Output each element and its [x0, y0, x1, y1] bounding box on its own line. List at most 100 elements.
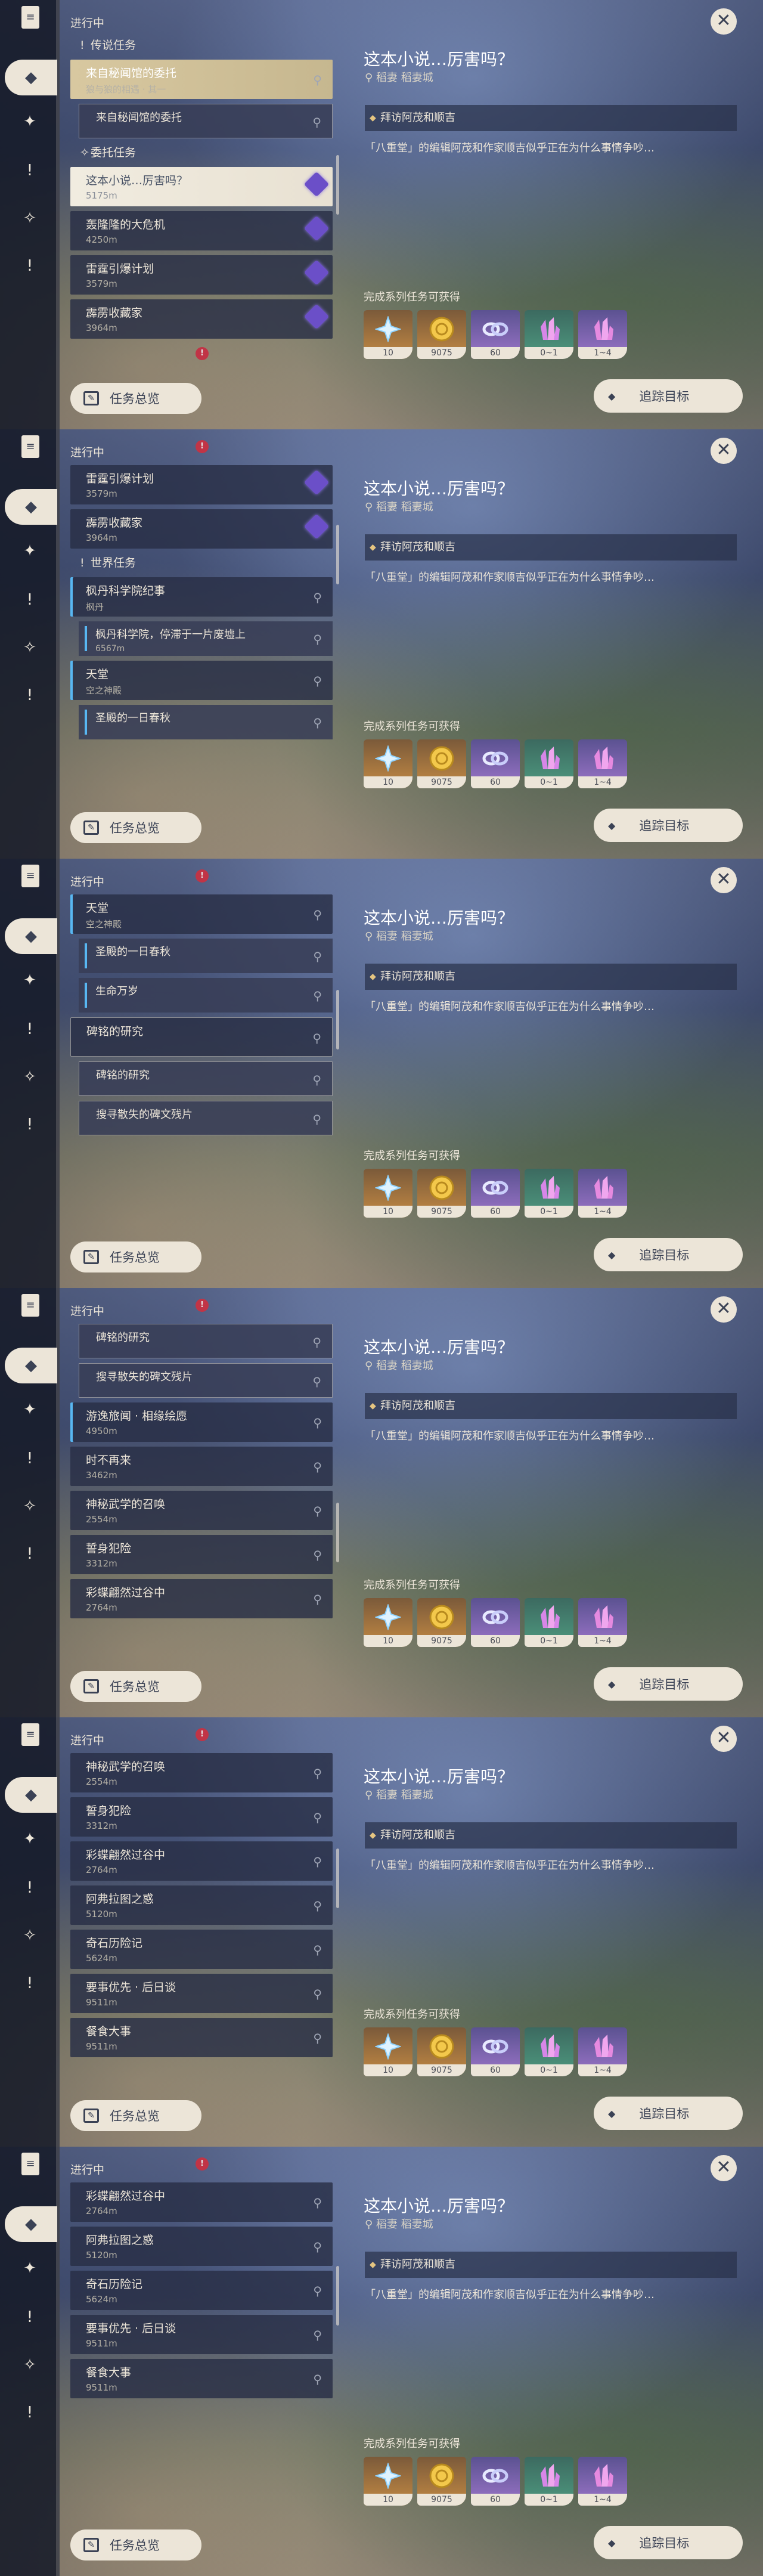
quest-card[interactable]: 奇石历险记 5624m ⚲ [70, 1930, 333, 1969]
quest-card[interactable]: 轰隆隆的大危机 4250m [70, 211, 333, 250]
crystal-green-reward[interactable]: 0~1 [525, 739, 573, 788]
quest-card[interactable]: 碑铭的研究 ⚲ [70, 1017, 333, 1057]
exp-reward[interactable]: 60 [471, 1169, 520, 1218]
quest-step-card[interactable]: 来自秘闻馆的委托 ⚲ [79, 104, 333, 138]
location-pin-icon[interactable]: ⚲ [313, 989, 322, 1003]
quest-step-card[interactable]: 碑铭的研究 ⚲ [79, 1324, 333, 1358]
list-scrollbar[interactable] [336, 990, 339, 1049]
book-icon[interactable]: ≡ [21, 1723, 39, 1746]
quest-overview-button[interactable]: ✎ 任务总览 [70, 1671, 201, 1702]
quest-step-card[interactable]: 碑铭的研究 ⚲ [79, 1061, 333, 1096]
alert-icon[interactable]: ! [15, 252, 44, 280]
location-pin-icon[interactable]: ⚲ [313, 632, 322, 646]
quest-card[interactable]: 彩蝶翩然过谷中 2764m ⚲ [70, 1841, 333, 1881]
location-pin-icon[interactable]: ⚲ [313, 1548, 322, 1562]
alert-icon[interactable]: ! [15, 586, 44, 614]
primogem-reward[interactable]: 10 [364, 739, 412, 788]
location-pin-icon[interactable]: ⚲ [313, 1854, 322, 1869]
location-pin-icon[interactable]: ⚲ [313, 1766, 322, 1781]
primogem-reward[interactable]: 10 [364, 2027, 412, 2076]
location-pin-icon[interactable]: ⚲ [312, 1073, 321, 1087]
location-pin-icon[interactable]: ⚲ [313, 2196, 322, 2210]
location-pin-icon[interactable]: ⚲ [313, 1416, 322, 1430]
compass-icon[interactable]: ✦ [15, 1395, 44, 1424]
close-icon[interactable]: ✕ [711, 438, 737, 464]
close-icon[interactable]: ✕ [711, 8, 737, 35]
quest-card[interactable]: 霹雳收藏家 3964m [70, 299, 333, 339]
quest-card[interactable]: 神秘武学的召唤 2554m ⚲ [70, 1753, 333, 1792]
location-pin-icon[interactable]: ⚲ [313, 716, 322, 730]
star-icon[interactable]: ✧ [15, 2351, 44, 2379]
crystal-purple-reward[interactable]: 1~4 [578, 739, 627, 788]
exp-reward[interactable]: 60 [471, 2027, 520, 2076]
mora-reward[interactable]: 9075 [417, 1598, 466, 1647]
location-pin-icon[interactable]: ⚲ [313, 1810, 322, 1825]
quest-card[interactable]: 枫丹科学院纪事 枫丹 ⚲ [70, 577, 333, 617]
quest-card[interactable]: 阿弗拉图之惑 5120m ⚲ [70, 1885, 333, 1925]
quest-card[interactable]: 餐食大事 9511m ⚲ [70, 2018, 333, 2057]
list-scrollbar[interactable] [336, 155, 339, 215]
crystal-purple-reward[interactable]: 1~4 [578, 1169, 627, 1218]
quest-card[interactable]: 神秘武学的召唤 2554m ⚲ [70, 1491, 333, 1530]
quest-card[interactable]: 奇石历险记 5624m ⚲ [70, 2271, 333, 2310]
quest-card[interactable]: 这本小说…厉害吗？ 5175m [70, 167, 333, 206]
quest-step-card[interactable]: 圣殿的一日春秋 ⚲ [79, 939, 333, 973]
location-pin-icon[interactable]: ⚲ [313, 73, 322, 87]
location-pin-icon[interactable]: ⚲ [313, 1504, 322, 1518]
quest-card[interactable]: 雷霆引爆计划 3579m [70, 255, 333, 295]
star-icon[interactable]: ✧ [15, 633, 44, 662]
quest-step-card[interactable]: 枫丹科学院，停滞于一片废墟上 6567m ⚲ [79, 621, 333, 656]
quest-card[interactable]: 天堂 空之神殿 ⚲ [70, 661, 333, 700]
quest-overview-button[interactable]: ✎ 任务总览 [70, 2100, 201, 2131]
quest-step-card[interactable]: 生命万岁 ⚲ [79, 978, 333, 1013]
compass-icon[interactable]: ✦ [15, 1825, 44, 1853]
alert-icon[interactable]: ! [15, 681, 44, 710]
quest-overview-button[interactable]: ✎ 任务总览 [70, 812, 201, 843]
book-icon[interactable]: ≡ [21, 2153, 39, 2175]
location-pin-icon[interactable]: ⚲ [312, 115, 321, 129]
quest-icon[interactable]: ◆ [5, 2206, 57, 2242]
quest-card[interactable]: 天堂 空之神殿 ⚲ [70, 894, 333, 934]
mora-reward[interactable]: 9075 [417, 1169, 466, 1218]
exp-reward[interactable]: 60 [471, 1598, 520, 1647]
location-pin-icon[interactable]: ⚲ [313, 1592, 322, 1606]
book-icon[interactable]: ≡ [21, 865, 39, 887]
quest-card[interactable]: 誓身犯险 3312m ⚲ [70, 1535, 333, 1574]
compass-icon[interactable]: ✦ [15, 2254, 44, 2283]
list-scrollbar[interactable] [336, 1849, 339, 1908]
location-pin-icon[interactable]: ⚲ [312, 1031, 321, 1045]
quest-card[interactable]: 雷霆引爆计划 3579m [70, 465, 333, 504]
location-pin-icon[interactable]: ⚲ [313, 949, 322, 964]
crystal-purple-reward[interactable]: 1~4 [578, 310, 627, 359]
compass-icon[interactable]: ✦ [15, 966, 44, 995]
compass-icon[interactable]: ✦ [15, 107, 44, 136]
crystal-purple-reward[interactable]: 1~4 [578, 2457, 627, 2506]
location-pin-icon[interactable]: ⚲ [313, 1943, 322, 1957]
quest-card[interactable]: 誓身犯险 3312m ⚲ [70, 1797, 333, 1837]
list-scrollbar[interactable] [336, 2266, 339, 2326]
star-icon[interactable]: ✧ [15, 1921, 44, 1950]
quest-icon[interactable]: ◆ [5, 489, 57, 525]
location-pin-icon[interactable]: ⚲ [312, 1335, 321, 1349]
location-pin-icon[interactable]: ⚲ [313, 674, 322, 688]
star-icon[interactable]: ✧ [15, 1492, 44, 1521]
quest-card[interactable]: 游逸旅闻 · 相缘绘愿 4950m ⚲ [70, 1402, 333, 1442]
quest-card[interactable]: 阿弗拉图之惑 5120m ⚲ [70, 2227, 333, 2266]
exp-reward[interactable]: 60 [471, 310, 520, 359]
crystal-purple-reward[interactable]: 1~4 [578, 1598, 627, 1647]
location-pin-icon[interactable]: ⚲ [313, 1899, 322, 1913]
alert-icon[interactable]: ! [15, 156, 44, 185]
mora-reward[interactable]: 9075 [417, 2027, 466, 2076]
quest-icon[interactable]: ◆ [5, 1348, 57, 1383]
quest-icon[interactable]: ◆ [5, 1777, 57, 1813]
quest-step-card[interactable]: 搜寻散失的碑文残片 ⚲ [79, 1101, 333, 1135]
star-icon[interactable]: ✧ [15, 204, 44, 233]
close-icon[interactable]: ✕ [711, 1296, 737, 1323]
mora-reward[interactable]: 9075 [417, 2457, 466, 2506]
primogem-reward[interactable]: 10 [364, 1598, 412, 1647]
alert-icon[interactable]: ! [15, 2303, 44, 2332]
location-pin-icon[interactable]: ⚲ [313, 2284, 322, 2298]
location-pin-icon[interactable]: ⚲ [313, 2328, 322, 2342]
mora-reward[interactable]: 9075 [417, 310, 466, 359]
quest-overview-button[interactable]: ✎ 任务总览 [70, 383, 201, 414]
